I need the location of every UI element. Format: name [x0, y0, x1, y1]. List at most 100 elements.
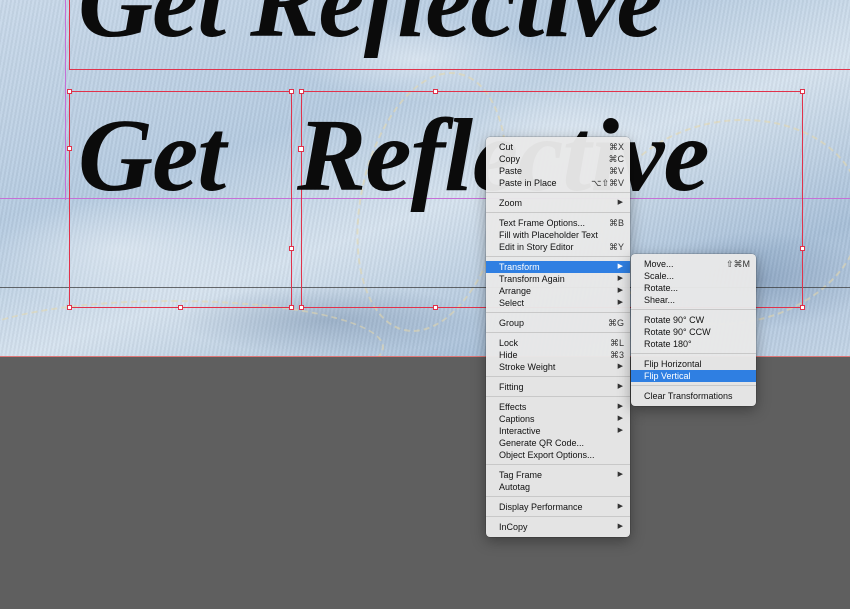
submenu-arrow-icon: ▶	[617, 275, 623, 282]
transform-submenu-item-rotate[interactable]: Rotate...	[631, 282, 756, 294]
in-port[interactable]	[298, 146, 304, 152]
context-menu-item-cut[interactable]: Cut ⌘X	[486, 141, 630, 153]
menu-item-label: Zoom	[499, 198, 523, 208]
context-menu-item-hide[interactable]: Hide ⌘3	[486, 349, 630, 361]
transform-submenu-item-clear-transformations[interactable]: Clear Transformations	[631, 390, 756, 402]
menu-item-shortcut: ⌘L	[609, 338, 624, 348]
transform-submenu-item-flip-horizontal[interactable]: Flip Horizontal	[631, 358, 756, 370]
transform-submenu-item-rotate-180[interactable]: Rotate 180°	[631, 338, 756, 350]
transform-submenu-item-scale[interactable]: Scale...	[631, 270, 756, 282]
menu-item-label: Display Performance	[499, 502, 583, 512]
selection-handle[interactable]	[433, 89, 438, 94]
menu-item-label: Interactive	[499, 426, 541, 436]
transform-submenu-item-rotate-90-ccw[interactable]: Rotate 90° CCW	[631, 326, 756, 338]
selection-handle[interactable]	[299, 89, 304, 94]
menu-item-label: Transform	[499, 262, 540, 272]
menu-item-label: Captions	[499, 414, 535, 424]
context-menu-item-captions[interactable]: Captions ▶	[486, 413, 630, 425]
context-menu-item-transform-again[interactable]: Transform Again ▶	[486, 273, 630, 285]
context-menu-item-arrange[interactable]: Arrange ▶	[486, 285, 630, 297]
menu-item-label: Move...	[644, 259, 674, 269]
submenu-arrow-icon: ▶	[617, 415, 623, 422]
guide-vertical[interactable]	[65, 0, 66, 200]
context-menu-item-select[interactable]: Select ▶	[486, 297, 630, 309]
submenu-arrow-icon: ▶	[617, 403, 623, 410]
context-menu-item-fill-with-placeholder-text[interactable]: Fill with Placeholder Text	[486, 229, 630, 241]
menu-item-label: Shear...	[644, 295, 676, 305]
menu-item-label: Cut	[499, 142, 514, 152]
context-menu-item-lock[interactable]: Lock ⌘L	[486, 337, 630, 349]
menu-item-label: Generate QR Code...	[499, 438, 585, 448]
menu-item-label: Text Frame Options...	[499, 218, 586, 228]
transform-submenu[interactable]: Move... ⇧⌘M Scale... Rotate... Shear... Rotat…	[631, 254, 756, 406]
frame-text-get: Get	[78, 98, 226, 213]
selection-handle[interactable]	[800, 246, 805, 251]
context-menu-item-interactive[interactable]: Interactive ▶	[486, 425, 630, 437]
transform-submenu-item-flip-vertical[interactable]: Flip Vertical	[631, 370, 756, 382]
submenu-arrow-icon: ▶	[617, 287, 623, 294]
context-menu[interactable]: Cut ⌘X Copy ⌘C Paste ⌘V Paste in Place ⌥⇧⌘V Zoom…	[486, 137, 630, 537]
selection-handle[interactable]	[800, 89, 805, 94]
transform-submenu-item-shear[interactable]: Shear...	[631, 294, 756, 306]
context-menu-item-text-frame-options[interactable]: Text Frame Options... ⌘B	[486, 217, 630, 229]
menu-item-label: Transform Again	[499, 274, 565, 284]
menu-item-label: Select	[499, 298, 525, 308]
transform-submenu-item-move[interactable]: Move... ⇧⌘M	[631, 258, 756, 270]
menu-item-label: Stroke Weight	[499, 362, 556, 372]
context-menu-item-effects[interactable]: Effects ▶	[486, 401, 630, 413]
menu-item-shortcut: ⌘3	[609, 350, 624, 360]
submenu-arrow-icon: ▶	[617, 427, 623, 434]
menu-item-label: Rotate...	[644, 283, 679, 293]
menu-separator	[486, 192, 630, 193]
selection-handle[interactable]	[67, 89, 72, 94]
context-menu-item-paste-in-place[interactable]: Paste in Place ⌥⇧⌘V	[486, 177, 630, 189]
selection-handle[interactable]	[289, 89, 294, 94]
menu-item-shortcut: ⌥⇧⌘V	[591, 178, 624, 188]
selection-handle[interactable]	[800, 305, 805, 310]
menu-item-label: Effects	[499, 402, 527, 412]
context-menu-item-edit-in-story-editor[interactable]: Edit in Story Editor ⌘Y	[486, 241, 630, 253]
context-menu-item-group[interactable]: Group ⌘G	[486, 317, 630, 329]
context-menu-item-transform[interactable]: Transform ▶	[486, 261, 630, 273]
menu-separator	[631, 309, 756, 310]
submenu-arrow-icon: ▶	[617, 199, 623, 206]
menu-item-label: Flip Horizontal	[644, 359, 702, 369]
menu-item-label: Object Export Options...	[499, 450, 595, 460]
menu-item-label: Fill with Placeholder Text	[499, 230, 598, 240]
submenu-arrow-icon: ▶	[617, 503, 623, 510]
context-menu-item-zoom[interactable]: Zoom ▶	[486, 197, 630, 209]
submenu-arrow-icon: ▶	[617, 471, 623, 478]
menu-item-label: Autotag	[499, 482, 531, 492]
selection-handle[interactable]	[178, 305, 183, 310]
selection-handle[interactable]	[433, 305, 438, 310]
menu-separator	[631, 385, 756, 386]
context-menu-item-autotag[interactable]: Autotag	[486, 481, 630, 493]
menu-separator	[486, 396, 630, 397]
context-menu-item-object-export-options[interactable]: Object Export Options...	[486, 449, 630, 461]
frame-text-top: Get Reflective	[78, 0, 663, 59]
selection-handle[interactable]	[67, 146, 72, 151]
selection-handle[interactable]	[299, 305, 304, 310]
context-menu-item-copy[interactable]: Copy ⌘C	[486, 153, 630, 165]
context-menu-item-tag-frame[interactable]: Tag Frame ▶	[486, 469, 630, 481]
context-menu-item-paste[interactable]: Paste ⌘V	[486, 165, 630, 177]
context-menu-item-incopy[interactable]: InCopy ▶	[486, 521, 630, 533]
selection-handle[interactable]	[67, 305, 72, 310]
menu-separator	[486, 496, 630, 497]
denim-seam	[0, 300, 384, 356]
menu-separator	[486, 256, 630, 257]
menu-separator	[486, 312, 630, 313]
menu-item-label: Flip Vertical	[644, 371, 691, 381]
menu-separator	[486, 516, 630, 517]
transform-submenu-item-rotate-90-cw[interactable]: Rotate 90° CW	[631, 314, 756, 326]
submenu-arrow-icon: ▶	[617, 263, 623, 270]
context-menu-item-generate-qr-code[interactable]: Generate QR Code...	[486, 437, 630, 449]
context-menu-item-stroke-weight[interactable]: Stroke Weight ▶	[486, 361, 630, 373]
menu-item-label: Group	[499, 318, 525, 328]
selection-handle[interactable]	[289, 246, 294, 251]
selection-handle[interactable]	[289, 305, 294, 310]
submenu-arrow-icon: ▶	[617, 363, 623, 370]
submenu-arrow-icon: ▶	[617, 299, 623, 306]
context-menu-item-display-performance[interactable]: Display Performance ▶	[486, 501, 630, 513]
context-menu-item-fitting[interactable]: Fitting ▶	[486, 381, 630, 393]
